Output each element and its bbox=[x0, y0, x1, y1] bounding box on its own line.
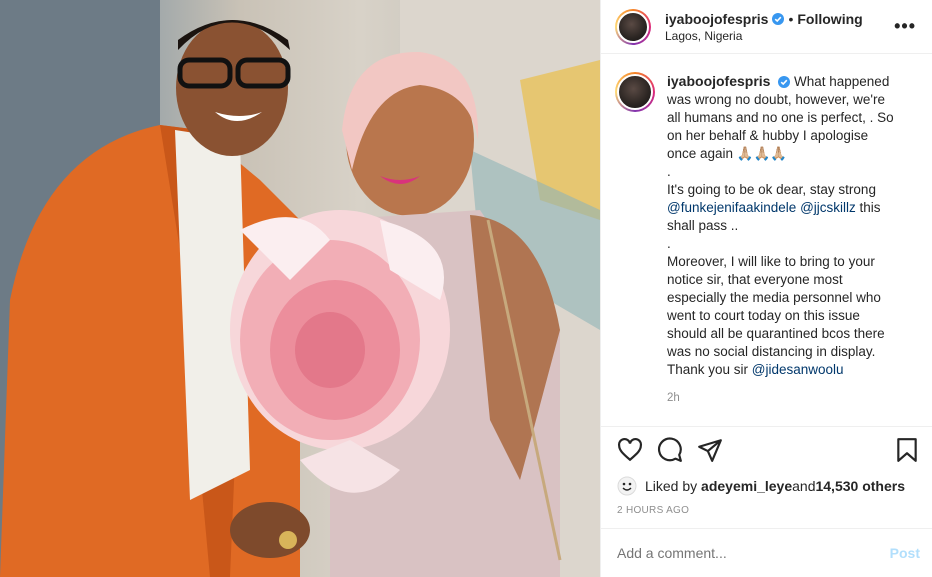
post-button[interactable]: Post bbox=[890, 545, 920, 561]
caption: iyaboojofespris What happened was wrong … bbox=[601, 54, 932, 407]
verified-badge-icon bbox=[778, 76, 791, 89]
following-button[interactable]: Following bbox=[797, 11, 862, 27]
separator-dot: • bbox=[788, 10, 794, 27]
header-username[interactable]: iyaboojofespris bbox=[665, 11, 768, 27]
mention-link[interactable]: @jidesanwoolu bbox=[752, 362, 844, 377]
bookmark-icon[interactable] bbox=[894, 437, 920, 463]
heart-icon[interactable] bbox=[617, 437, 643, 463]
ring bbox=[279, 531, 297, 549]
avatar[interactable] bbox=[615, 8, 651, 45]
instagram-post-window: iyaboojofespris • Following Lagos, Niger… bbox=[0, 0, 932, 577]
comment-input[interactable] bbox=[617, 545, 890, 561]
likes-prefix: Liked by bbox=[645, 478, 698, 494]
caption-body: iyaboojofespris What happened was wrong … bbox=[667, 72, 899, 407]
liker-username[interactable]: adeyemi_leye bbox=[701, 478, 792, 494]
verified-badge-icon bbox=[772, 12, 785, 25]
post-photo[interactable] bbox=[0, 0, 600, 577]
caption-text-5: Moreover, I will like to bring to your n… bbox=[667, 254, 885, 377]
header-row: iyaboojofespris • Following bbox=[665, 11, 890, 27]
likes-summary: Liked by adeyemi_leye and 14,530 others bbox=[617, 476, 905, 496]
caption-text-4: . bbox=[667, 236, 671, 251]
more-options-icon[interactable]: ••• bbox=[890, 16, 920, 37]
share-icon[interactable] bbox=[697, 437, 723, 463]
post-timestamp[interactable]: 2 HOURS AGO bbox=[617, 505, 689, 516]
header-text: iyaboojofespris • Following Lagos, Niger… bbox=[665, 11, 890, 43]
caption-text-2: . bbox=[667, 164, 671, 179]
caption-text-3: It's going to be ok dear, stay strong bbox=[667, 182, 876, 197]
action-bar bbox=[601, 426, 932, 476]
comment-icon[interactable] bbox=[657, 437, 683, 463]
post-sidebar: iyaboojofespris • Following Lagos, Niger… bbox=[600, 0, 932, 577]
add-comment-bar: Post bbox=[601, 528, 932, 577]
post-photo-illustration bbox=[0, 0, 600, 577]
liker-avatar-icon[interactable] bbox=[617, 476, 637, 496]
mention-link[interactable]: @jjcskillz bbox=[800, 200, 856, 215]
caption-username[interactable]: iyaboojofespris bbox=[667, 73, 770, 89]
location-link[interactable]: Lagos, Nigeria bbox=[665, 29, 890, 43]
caption-timestamp: 2h bbox=[667, 392, 680, 404]
mention-link[interactable]: @funkejenifaakindele bbox=[667, 200, 796, 215]
hands-holding bbox=[230, 502, 310, 558]
likes-count[interactable]: 14,530 others bbox=[815, 478, 905, 494]
post-header: iyaboojofespris • Following Lagos, Niger… bbox=[601, 0, 932, 54]
likes-and: and bbox=[792, 478, 816, 494]
caption-avatar[interactable] bbox=[615, 72, 655, 112]
